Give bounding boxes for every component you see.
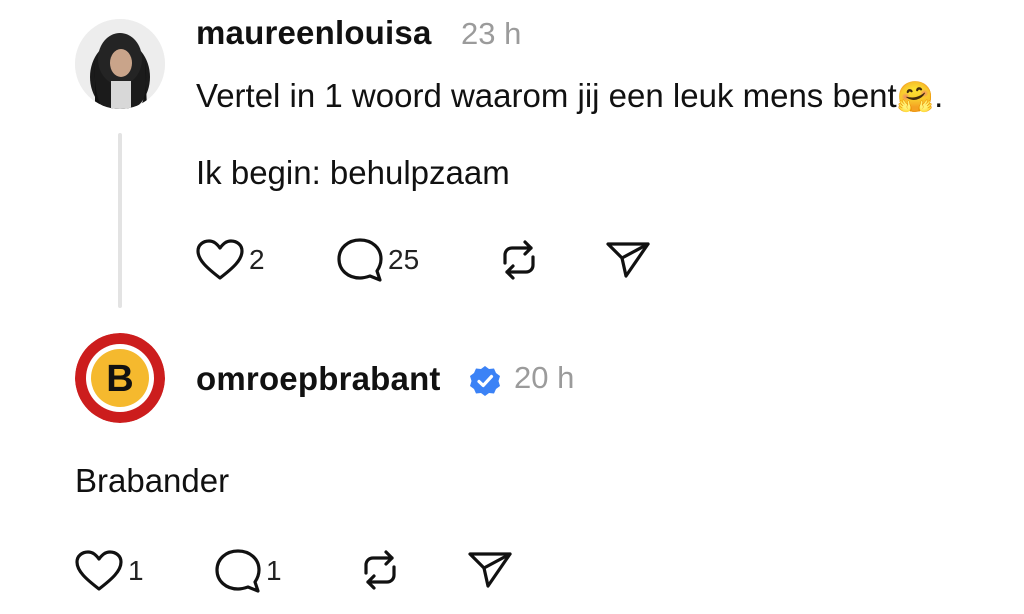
reply-button[interactable]: 1	[214, 548, 282, 594]
post-text-end: .	[934, 77, 944, 114]
hugging-face-emoji: 🤗	[896, 81, 935, 114]
share-icon	[468, 552, 512, 588]
share-icon	[606, 242, 650, 278]
like-button[interactable]: 2	[195, 239, 265, 281]
repost-button[interactable]	[356, 547, 404, 598]
avatar[interactable]: B	[75, 333, 165, 423]
comment-icon	[215, 549, 261, 593]
avatar[interactable]	[75, 19, 165, 109]
share-button[interactable]	[466, 550, 514, 595]
repost-button[interactable]	[495, 237, 543, 288]
like-count: 1	[128, 555, 144, 586]
omroep-brabant-logo: B	[75, 333, 165, 423]
username[interactable]: omroepbrabant	[196, 360, 441, 398]
heart-icon	[75, 550, 123, 591]
timestamp: 20 h	[514, 360, 575, 395]
logo-letter: B	[106, 358, 133, 400]
timestamp: 23 h	[461, 16, 522, 51]
reply-count: 25	[388, 244, 420, 275]
like-button[interactable]: 1	[74, 550, 144, 592]
avatar-photo	[75, 19, 165, 109]
reply-count: 1	[266, 555, 282, 586]
thread-line	[118, 133, 122, 308]
repost-icon	[364, 550, 396, 590]
reply-button[interactable]: 25	[336, 237, 419, 283]
post-text: Vertel in 1 woord waarom jij een leuk me…	[196, 77, 897, 114]
post-text-line: Vertel in 1 woord waarom jij een leuk me…	[196, 77, 943, 115]
repost-icon	[503, 240, 535, 280]
post-text-line-2: Ik begin: behulpzaam	[196, 154, 510, 191]
verified-badge-icon	[469, 365, 501, 397]
comment-icon	[337, 238, 383, 282]
share-button[interactable]	[604, 240, 652, 285]
heart-icon	[196, 239, 244, 280]
username[interactable]: maureenlouisa	[196, 14, 432, 52]
post-text: Brabander	[75, 462, 230, 499]
like-count: 2	[249, 244, 265, 275]
